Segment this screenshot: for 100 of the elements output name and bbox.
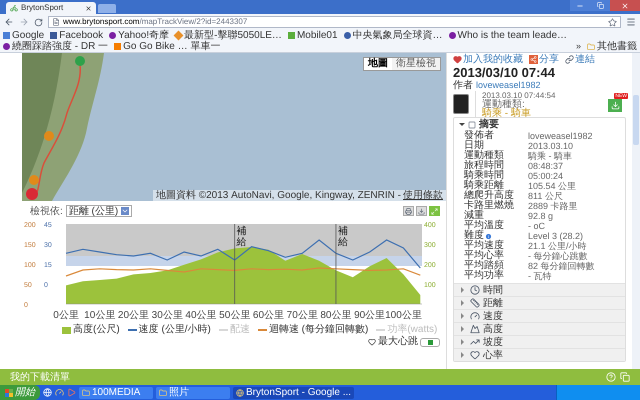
action-link[interactable]: 連結: [565, 54, 595, 64]
collapsed-section[interactable]: 心率: [454, 348, 625, 361]
summary-label: 運動種類: [464, 151, 504, 161]
address-field[interactable]: www.brytonsport.com/mapTrackView/2?id=2443307: [48, 16, 621, 28]
map-attribution: 地圖資料 ©2013 AutoNavi, Google, Kingway, ZENRIN -: [156, 190, 401, 201]
restore-button[interactable]: [590, 0, 610, 11]
taskbar-window-button[interactable]: BrytonSport - Google ...: [233, 386, 354, 398]
view-by-select[interactable]: 距離 (公里): [66, 205, 132, 217]
summary-label: 總爬升高度: [464, 191, 514, 201]
terms-link[interactable]: 使用條款: [403, 190, 443, 201]
bookmark-link[interactable]: 最新型-擊聯5050LE…: [175, 30, 282, 41]
summary-value: 105.54 公里: [528, 181, 578, 191]
bookmark-link[interactable]: Mobile01: [288, 30, 338, 41]
other-bookmarks-link[interactable]: 其他書籤: [587, 41, 637, 52]
summary-label: 平均心率: [464, 251, 504, 261]
download-bar-title: 我的下載清單: [10, 372, 70, 382]
bookmark-link[interactable]: 中央氣象局全球資…: [344, 30, 443, 41]
axis-tick-label: 60公里: [252, 310, 284, 321]
restore-icon: [596, 2, 604, 9]
close-icon[interactable]: [85, 4, 92, 12]
axis-tick-label: 20公里: [118, 310, 150, 321]
action-link[interactable]: 分享: [529, 54, 559, 64]
bookmark-link[interactable]: 繞圈踩踏強度 - DR 一: [3, 41, 108, 52]
bookmark-link[interactable]: Yahoo!奇摩: [109, 30, 170, 41]
reload-icon[interactable]: [34, 18, 43, 26]
summary-label: 日期: [464, 141, 484, 151]
close-window-button[interactable]: [610, 0, 640, 11]
globe-icon[interactable]: [43, 388, 52, 397]
summary-value: 92.8 g: [528, 211, 554, 221]
legend-item[interactable]: 速度 (公里/小時): [128, 324, 211, 336]
collapsed-section[interactable]: 高度: [454, 322, 625, 335]
axis-tick-label: 10公里: [84, 310, 116, 321]
marker-label: 補給: [236, 226, 247, 248]
summary-value: loveweasel1982: [528, 131, 594, 141]
summary-label: 騎乘時間: [464, 171, 504, 181]
collapsed-section[interactable]: 坡度: [454, 335, 625, 348]
minimize-button[interactable]: [570, 0, 590, 11]
back-icon[interactable]: [4, 17, 14, 27]
app-icon[interactable]: [55, 388, 64, 397]
window-icon[interactable]: [620, 372, 630, 382]
close-icon: [621, 2, 629, 10]
ruler-icon: [470, 298, 480, 308]
action-link[interactable]: 加入我的收藏: [453, 54, 523, 64]
slope-icon: [470, 337, 480, 347]
author-link[interactable]: loveweasel1982: [476, 80, 541, 91]
more-bookmarks-button[interactable]: »: [576, 41, 581, 52]
print-button[interactable]: [403, 206, 414, 216]
summary-label: 難度: [464, 231, 484, 241]
summary-value: 08:48:37: [528, 161, 564, 171]
scrollbar[interactable]: [632, 53, 640, 369]
download-button[interactable]: [416, 206, 427, 216]
browser-tab[interactable]: BrytonSport: [6, 2, 96, 14]
map-type-button[interactable]: 地圖: [364, 58, 392, 70]
sport-label: 運動種類:: [482, 100, 525, 108]
taskbar-window-button[interactable]: 照片: [156, 386, 230, 398]
collapsed-section[interactable]: 時間: [454, 283, 625, 296]
menu-icon[interactable]: [626, 17, 636, 27]
download-file-button[interactable]: [608, 99, 622, 112]
start-button[interactable]: 開始: [0, 385, 40, 400]
summary-value: 05:00:24: [528, 171, 564, 181]
axis-tick-label: 40公里: [185, 310, 217, 321]
legend-item[interactable]: 高度(公尺): [62, 324, 120, 336]
summary-label: 減重: [464, 211, 484, 221]
summary-header[interactable]: 摘要: [454, 118, 625, 131]
summary-value: 811 公尺: [528, 191, 564, 201]
clock-icon: [470, 285, 480, 295]
info-icon[interactable]: [485, 232, 492, 240]
summary-value: - 瓦特: [528, 271, 552, 281]
dropdown-icon: [121, 207, 130, 215]
map-view[interactable]: 地圖 衛星檢視 地圖資料 ©2013 AutoNavi, Google, Kingway, ZENRIN - 使用條款: [22, 53, 446, 201]
sport-value: 騎乘 - 騎車: [482, 108, 532, 118]
axis-tick-label: 100公里: [385, 310, 422, 321]
max-heart-label: 最大心跳: [378, 336, 418, 348]
summary-label: 平均功率: [464, 271, 504, 281]
summary-value: 21.1 公里/小時: [528, 241, 588, 251]
url-text: www.brytonsport.com/mapTrackView/2?id=2443307: [63, 17, 248, 27]
axis-tick-label: 50公里: [219, 310, 250, 321]
bookmark-icon: [344, 32, 351, 39]
collapsed-section[interactable]: 速度: [454, 309, 625, 322]
bookmark-link[interactable]: Go Go Bike … 單車一: [114, 41, 220, 52]
taskbar-window-button[interactable]: 100MEDIA: [79, 386, 153, 398]
help-icon[interactable]: [606, 372, 616, 382]
axis-tick-label: 30公里: [152, 310, 183, 321]
heart-icon: [453, 54, 462, 64]
map-type-button[interactable]: 衛星檢視: [392, 58, 440, 70]
expand-button[interactable]: [429, 206, 440, 216]
activity-timestamp: 2013.03.10 07:44:54: [482, 90, 556, 100]
heart-icon: [470, 350, 480, 360]
legend-swatch: [62, 326, 71, 334]
bike-icon: [10, 4, 18, 12]
toggle-button[interactable]: [420, 338, 440, 346]
bookmark-link[interactable]: Facebook: [50, 30, 104, 41]
legend-item[interactable]: 迴轉速 (每分鐘回轉數): [258, 324, 368, 336]
app-icon[interactable]: [67, 388, 76, 397]
bookmark-link[interactable]: Who is the team leade…: [448, 30, 568, 41]
forward-icon[interactable]: [19, 17, 29, 27]
bookmark-link[interactable]: Google: [3, 30, 44, 41]
tab-title: BrytonSport: [21, 3, 64, 13]
collapsed-section[interactable]: 距離: [454, 296, 625, 309]
star-icon[interactable]: [608, 18, 617, 26]
